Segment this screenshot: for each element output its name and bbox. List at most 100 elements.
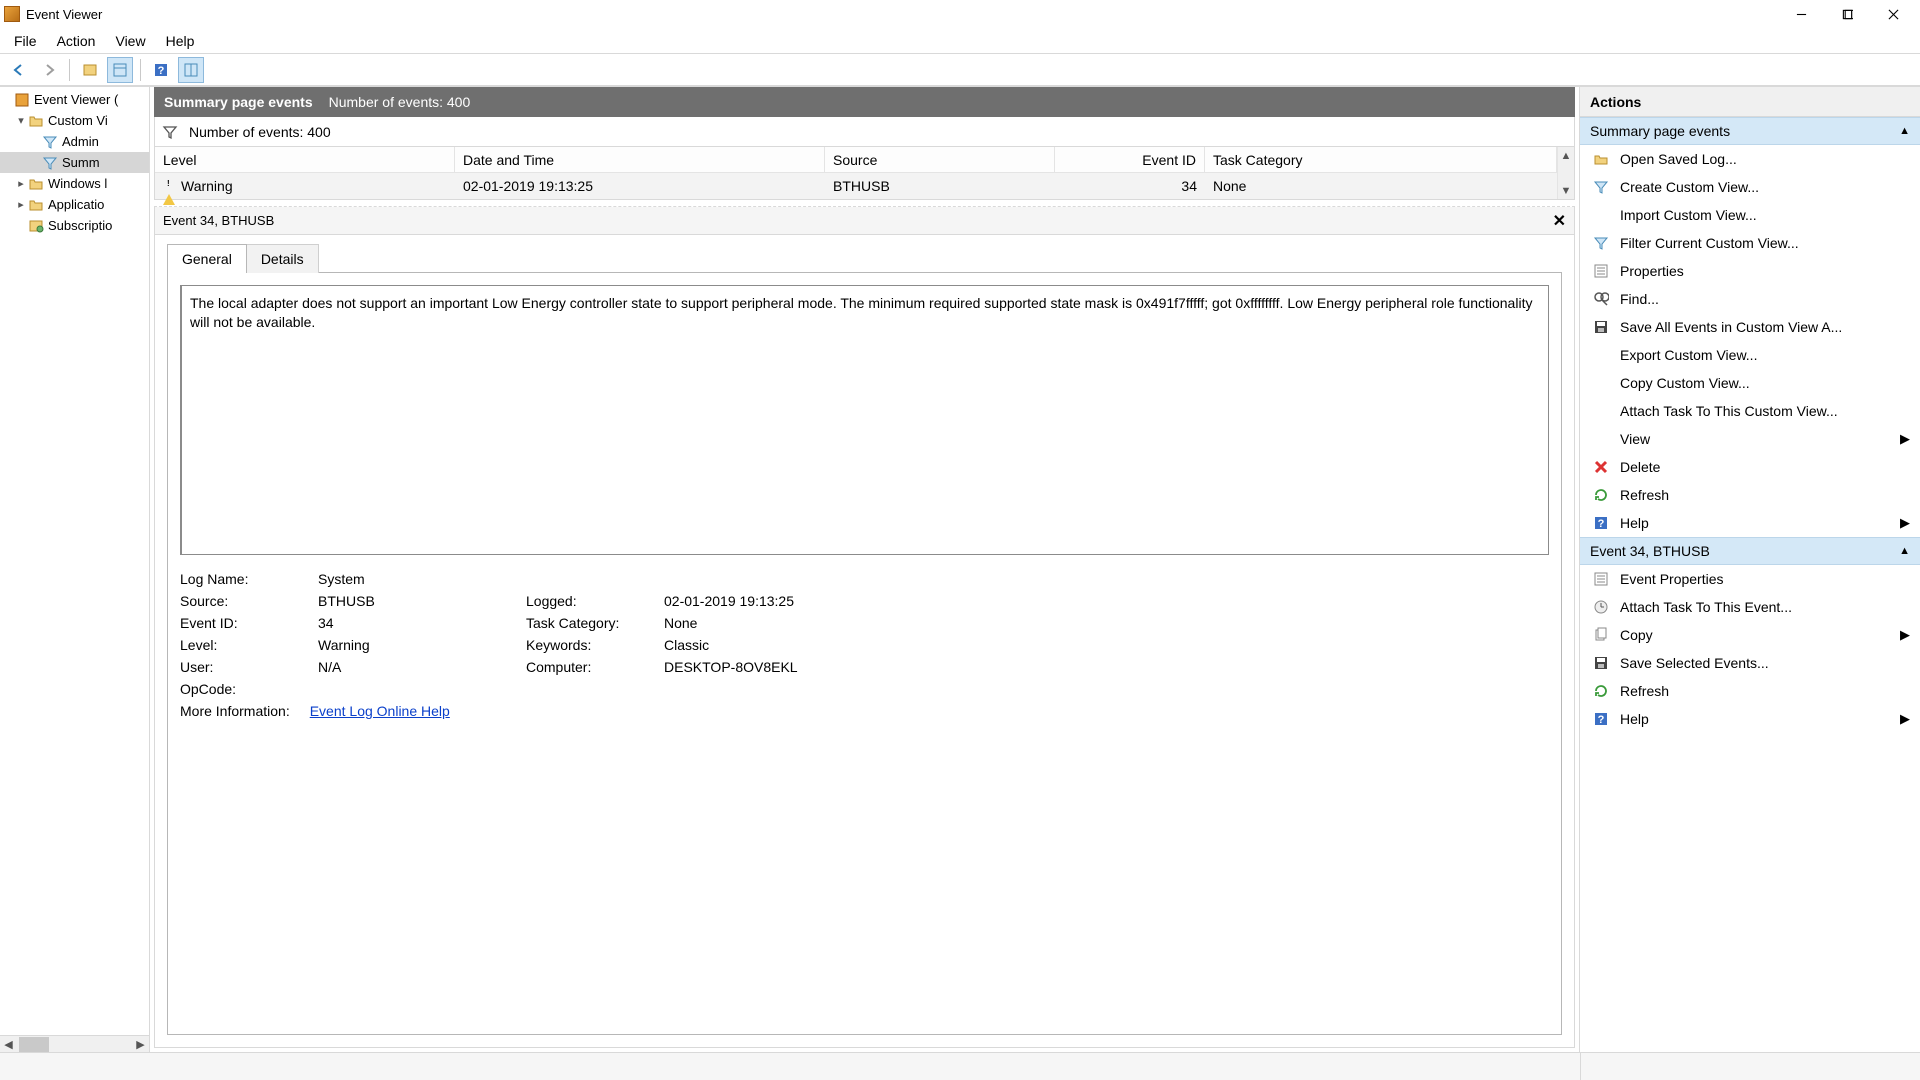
sub-icon [28, 218, 44, 234]
scroll-left-icon[interactable]: ◀ [0, 1036, 17, 1053]
tree-item[interactable]: Admin [0, 131, 149, 152]
forward-button[interactable] [36, 57, 62, 83]
center-header: Summary page events Number of events: 40… [154, 87, 1575, 117]
action-item[interactable]: Refresh [1580, 677, 1920, 705]
window-title: Event Viewer [26, 7, 102, 22]
action-label: Import Custom View... [1620, 207, 1757, 223]
col-task[interactable]: Task Category [1205, 147, 1557, 173]
logname-value: System [318, 571, 518, 587]
panes-toolbar-button[interactable] [178, 57, 204, 83]
actions-section-label: Summary page events [1590, 123, 1730, 139]
statusbar [0, 1052, 1920, 1080]
menu-view[interactable]: View [105, 29, 155, 53]
tab-general[interactable]: General [167, 244, 247, 273]
computer-value: DESKTOP-8OV8EKL [664, 659, 924, 675]
show-tree-button[interactable] [77, 57, 103, 83]
help-icon: ? [1592, 514, 1610, 532]
tree-item[interactable]: ▸Applicatio [0, 194, 149, 215]
more-info-link[interactable]: Event Log Online Help [310, 703, 450, 719]
action-item[interactable]: Attach Task To This Event... [1580, 593, 1920, 621]
collapse-icon[interactable]: ▲ [1899, 125, 1910, 137]
action-item[interactable]: Attach Task To This Custom View... [1580, 397, 1920, 425]
scroll-up-icon[interactable]: ▲ [1558, 147, 1574, 164]
action-item[interactable]: Create Custom View... [1580, 173, 1920, 201]
properties-toolbar-button[interactable] [107, 57, 133, 83]
center-header-title: Summary page events [164, 94, 313, 110]
tree-item[interactable]: ▸Windows l [0, 173, 149, 194]
action-item[interactable]: Save All Events in Custom View A... [1580, 313, 1920, 341]
minimize-button[interactable] [1778, 0, 1824, 28]
action-item[interactable]: Event Properties [1580, 565, 1920, 593]
toolbar: ? [0, 54, 1920, 86]
action-item[interactable]: Open Saved Log... [1580, 145, 1920, 173]
filter-icon [1592, 234, 1610, 252]
filter-icon[interactable] [161, 123, 179, 141]
action-item[interactable]: Import Custom View... [1580, 201, 1920, 229]
tree-item[interactable]: ▾Custom Vi [0, 110, 149, 131]
scroll-thumb[interactable] [19, 1037, 49, 1052]
scroll-right-icon[interactable]: ▶ [132, 1036, 149, 1053]
maximize-button[interactable] [1824, 0, 1870, 28]
back-button[interactable] [6, 57, 32, 83]
col-eventid[interactable]: Event ID [1055, 147, 1205, 173]
main-area: Event Viewer ( ▾Custom ViAdminSumm▸Windo… [0, 86, 1920, 1052]
detail-grid: Log Name: System Source: BTHUSB Logged: … [180, 571, 1549, 697]
table-row[interactable]: Warning 02-01-2019 19:13:25 BTHUSB 34 No… [155, 173, 1557, 199]
titlebar: Event Viewer [0, 0, 1920, 28]
col-datetime[interactable]: Date and Time [455, 147, 825, 173]
action-item[interactable]: ?Help▶ [1580, 705, 1920, 733]
action-item[interactable]: Find... [1580, 285, 1920, 313]
action-item[interactable]: Copy Custom View... [1580, 369, 1920, 397]
menu-help[interactable]: Help [156, 29, 205, 53]
submenu-arrow-icon: ▶ [1900, 711, 1910, 727]
action-label: Copy Custom View... [1620, 375, 1750, 391]
detail-header: Event 34, BTHUSB ✕ [155, 207, 1574, 235]
menu-action[interactable]: Action [47, 29, 106, 53]
tree-item[interactable]: Subscriptio [0, 215, 149, 236]
col-source[interactable]: Source [825, 147, 1055, 173]
scroll-down-icon[interactable]: ▼ [1558, 182, 1574, 199]
action-item[interactable]: Copy▶ [1580, 621, 1920, 649]
action-item[interactable]: View▶ [1580, 425, 1920, 453]
menubar: File Action View Help [0, 28, 1920, 54]
detail-description: The local adapter does not support an im… [180, 285, 1549, 555]
detail-panel: Event 34, BTHUSB ✕ General Details The l… [154, 206, 1575, 1048]
app-icon [4, 6, 20, 22]
detail-close-button[interactable]: ✕ [1553, 211, 1566, 231]
delete-icon [1592, 458, 1610, 476]
menu-file[interactable]: File [4, 29, 47, 53]
cell-eventid: 34 [1055, 178, 1205, 194]
props-icon [1592, 570, 1610, 588]
action-item[interactable]: Export Custom View... [1580, 341, 1920, 369]
help-toolbar-button[interactable]: ? [148, 57, 174, 83]
tree-label: Subscriptio [48, 218, 112, 233]
action-item[interactable]: Delete [1580, 453, 1920, 481]
close-button[interactable] [1870, 0, 1916, 28]
tree-item[interactable]: Summ [0, 152, 149, 173]
events-vscrollbar[interactable]: ▲ ▼ [1557, 147, 1574, 199]
cell-level: Warning [181, 178, 233, 194]
actions-section-summary[interactable]: Summary page events ▲ [1580, 117, 1920, 145]
action-item[interactable]: Refresh [1580, 481, 1920, 509]
action-item[interactable]: ?Help▶ [1580, 509, 1920, 537]
tree[interactable]: Event Viewer ( ▾Custom ViAdminSumm▸Windo… [0, 87, 149, 1035]
tab-details[interactable]: Details [247, 244, 319, 273]
tree-root[interactable]: Event Viewer ( [0, 89, 149, 110]
tree-expander-icon[interactable]: ▸ [14, 177, 28, 190]
tree-hscrollbar[interactable]: ◀ ▶ [0, 1035, 149, 1052]
action-label: Refresh [1620, 487, 1669, 503]
action-item[interactable]: Save Selected Events... [1580, 649, 1920, 677]
detail-header-title: Event 34, BTHUSB [163, 213, 274, 228]
col-level[interactable]: Level [155, 147, 455, 173]
center-pane: Summary page events Number of events: 40… [150, 87, 1580, 1052]
actions-title: Actions [1580, 87, 1920, 117]
tree-expander-icon[interactable]: ▸ [14, 198, 28, 211]
action-label: Refresh [1620, 683, 1669, 699]
action-label: Attach Task To This Event... [1620, 599, 1792, 615]
actions-section-event[interactable]: Event 34, BTHUSB ▲ [1580, 537, 1920, 565]
action-item[interactable]: Properties [1580, 257, 1920, 285]
action-item[interactable]: Filter Current Custom View... [1580, 229, 1920, 257]
collapse-icon[interactable]: ▲ [1899, 545, 1910, 557]
tree-expander-icon[interactable]: ▾ [14, 114, 28, 127]
opcode-value [318, 681, 518, 697]
